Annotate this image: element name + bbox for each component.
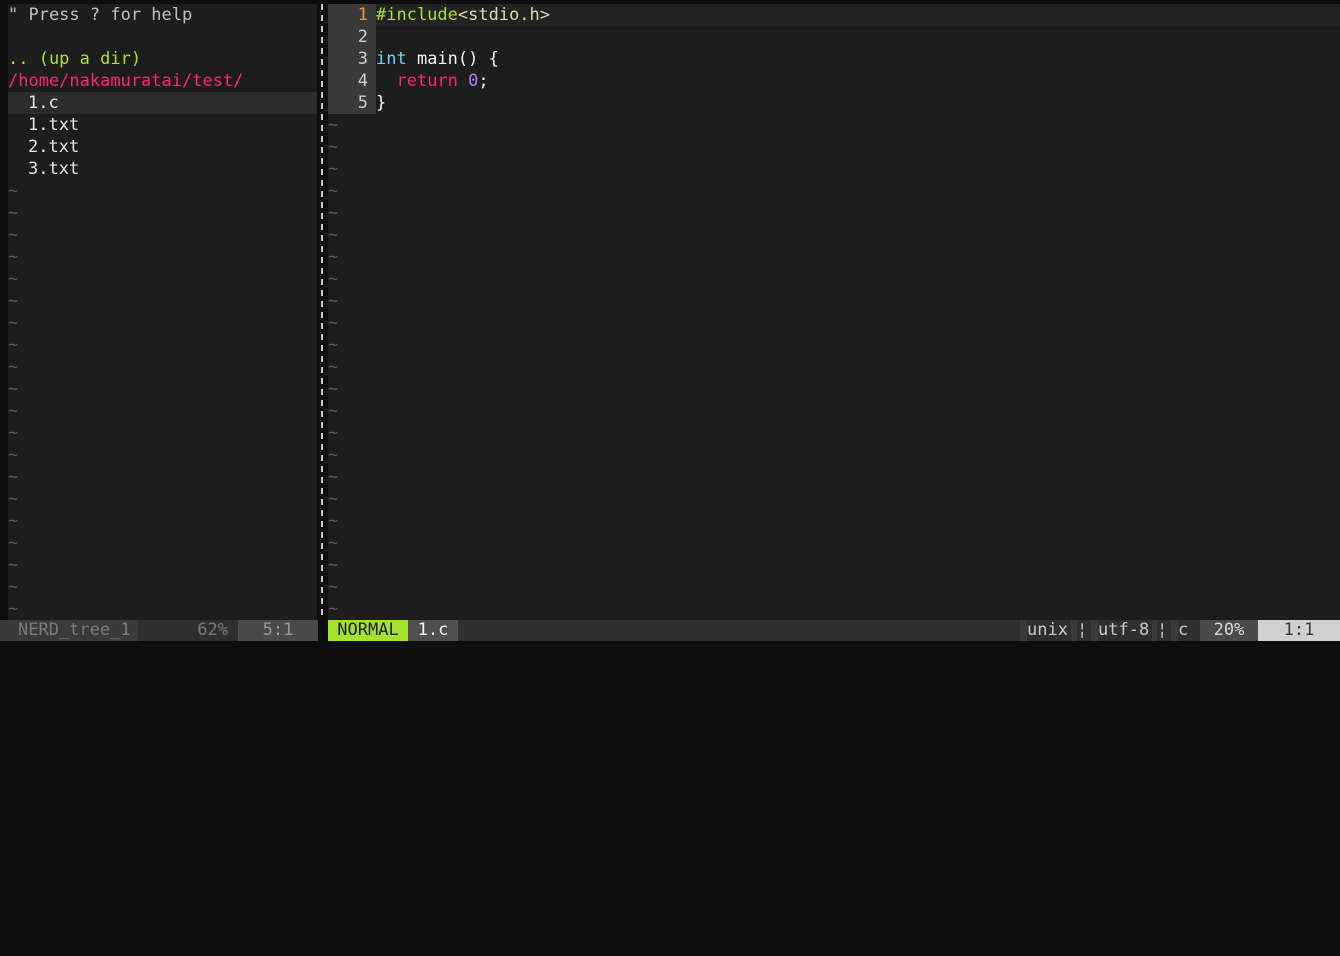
type-keyword: int	[376, 49, 407, 69]
up-dir-link[interactable]: .. (up a dir)	[8, 48, 317, 70]
line-number: 2	[328, 26, 376, 48]
filetype-indicator: c	[1178, 620, 1200, 641]
empty-line-marker: ~	[8, 401, 19, 421]
empty-line-marker: ~	[328, 335, 339, 355]
window-separator[interactable]	[321, 4, 323, 620]
empty-line-marker: ~	[8, 225, 19, 245]
tree-statusline-name: NERD_tree_1	[8, 620, 148, 641]
percent-indicator: 20%	[1200, 620, 1258, 641]
empty-line-marker: ~	[328, 225, 339, 245]
tree-empty-lines: ~ ~ ~ ~ ~ ~ ~ ~ ~ ~ ~ ~ ~ ~ ~ ~ ~ ~ ~ ~	[8, 180, 317, 620]
help-hint: " Press ? for help	[8, 5, 193, 25]
empty-line-marker: ~	[328, 423, 339, 443]
empty-line-marker: ~	[328, 313, 339, 333]
empty-line-marker: ~	[8, 357, 19, 377]
filename-indicator: 1.c	[408, 620, 458, 641]
tree-statusline-percent: 62%	[178, 620, 238, 641]
empty-line-marker: ~	[8, 269, 19, 289]
empty-line-marker: ~	[328, 247, 339, 267]
empty-line-marker: ~	[8, 467, 19, 487]
semicolon: ;	[478, 71, 489, 91]
code-line[interactable]: 5}	[328, 92, 1340, 114]
empty-line-marker: ~	[8, 313, 19, 333]
empty-line-marker: ~	[8, 533, 19, 553]
editor-empty-lines: ~ ~ ~ ~ ~ ~ ~ ~ ~ ~ ~ ~ ~ ~ ~ ~ ~ ~ ~ ~ ~ ~ ~	[328, 114, 1340, 620]
tree-root-path[interactable]: /home/nakamuratai/test/	[8, 70, 317, 92]
empty-line-marker: ~	[8, 181, 19, 201]
status-bar: NERD_tree_1 62% 5:1 NORMAL 1.c unix ¦ ut…	[0, 620, 1340, 641]
line-number: 4	[328, 70, 376, 92]
tree-file-item[interactable]: 3.txt	[8, 158, 317, 180]
empty-line-marker: ~	[328, 599, 339, 619]
statusline-separator: ¦	[1077, 620, 1091, 641]
empty-line-marker: ~	[8, 335, 19, 355]
editor-pane[interactable]: 1 #include<stdio.h> 2 3 int main() { 4 ret…	[328, 4, 1340, 620]
tree-file-item[interactable]: 1.txt	[8, 114, 317, 136]
line-number: 1	[328, 4, 376, 26]
empty-line-marker: ~	[8, 577, 19, 597]
statusline-gap	[318, 620, 328, 641]
empty-line-marker: ~	[8, 555, 19, 575]
empty-line-marker: ~	[8, 203, 19, 223]
empty-line-marker: ~	[328, 511, 339, 531]
empty-line-marker: ~	[328, 203, 339, 223]
tree-statusline-position: 5:1	[238, 620, 318, 641]
nerdtree-pane[interactable]: " Press ? for help .. (up a dir) /home/n…	[8, 4, 317, 620]
tree-file-item[interactable]: 2.txt	[8, 136, 317, 158]
tree-statusline-spacer	[138, 620, 178, 641]
closing-brace: }	[376, 93, 387, 113]
preprocessor-directive: #include	[376, 5, 458, 25]
line-number: 3	[328, 48, 376, 70]
empty-line-marker: ~	[328, 533, 339, 553]
empty-line-marker: ~	[328, 291, 339, 311]
empty-line-marker: ~	[328, 555, 339, 575]
empty-line-marker: ~	[328, 379, 339, 399]
empty-line-marker: ~	[8, 247, 19, 267]
statusline-separator: ¦	[1157, 620, 1171, 641]
mode-indicator: NORMAL	[328, 620, 408, 641]
cursor-position: 1:1	[1258, 620, 1340, 641]
number-literal: 0	[468, 71, 479, 91]
line-number: 5	[328, 92, 376, 114]
empty-line-marker: ~	[328, 445, 339, 465]
empty-line-marker: ~	[328, 467, 339, 487]
fileformat-indicator: unix	[1027, 620, 1071, 641]
empty-line-marker: ~	[328, 159, 339, 179]
include-header: <stdio.h>	[457, 5, 551, 25]
encoding-indicator: utf-8	[1098, 620, 1152, 641]
empty-line-marker: ~	[8, 599, 19, 619]
empty-line-marker: ~	[328, 181, 339, 201]
empty-line-marker: ~	[8, 511, 19, 531]
empty-line-marker: ~	[8, 445, 19, 465]
return-keyword: return	[396, 71, 458, 91]
statusline-middle	[458, 620, 1020, 641]
function-signature: main() {	[406, 49, 499, 69]
empty-line-marker: ~	[328, 269, 339, 289]
code-line[interactable]: 4 return 0;	[328, 70, 1340, 92]
code-line[interactable]: 1 #include<stdio.h>	[328, 4, 1340, 26]
code-line[interactable]: 2	[328, 26, 1340, 48]
tree-file-item[interactable]: 1.c	[8, 92, 317, 114]
empty-line-marker: ~	[8, 489, 19, 509]
code-line[interactable]: 3 int main() {	[328, 48, 1340, 70]
empty-line-marker: ~	[328, 401, 339, 421]
empty-line-marker: ~	[8, 379, 19, 399]
empty-line-marker: ~	[328, 137, 339, 157]
empty-line-marker: ~	[8, 291, 19, 311]
empty-line-marker: ~	[328, 489, 339, 509]
empty-line-marker: ~	[8, 423, 19, 443]
empty-line-marker: ~	[328, 357, 339, 377]
empty-line-marker: ~	[328, 115, 339, 135]
empty-line-marker: ~	[328, 577, 339, 597]
